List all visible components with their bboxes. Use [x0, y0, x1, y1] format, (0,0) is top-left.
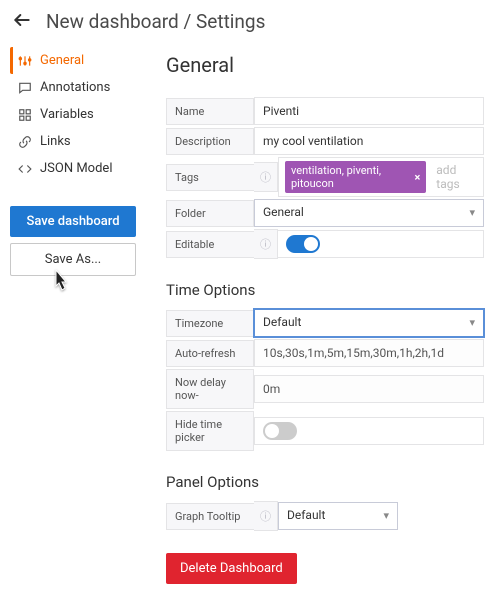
select-graphtooltip[interactable]: Default: [278, 502, 398, 530]
input-description[interactable]: [254, 127, 484, 155]
label-autorefresh: Auto-refresh: [166, 340, 254, 367]
input-autorefresh[interactable]: [254, 339, 484, 367]
nav-variables[interactable]: Variables: [10, 101, 136, 128]
toggle-hidetimepicker[interactable]: [263, 422, 297, 440]
tags-placeholder: add tags: [436, 163, 477, 191]
code-icon: [18, 162, 32, 176]
breadcrumb: New dashboard / Settings: [46, 10, 265, 33]
label-hidetimepicker: Hide time picker: [166, 411, 254, 451]
cursor-pointer-icon: [48, 268, 72, 300]
section-general-title: General: [166, 53, 484, 77]
label-editable: Editable: [166, 231, 254, 258]
delete-dashboard-button[interactable]: Delete Dashboard: [166, 553, 297, 584]
nav-annotations[interactable]: Annotations: [10, 74, 136, 101]
tag-chip[interactable]: ventilation, piventi, pitoucon ×: [285, 161, 426, 193]
save-dashboard-button[interactable]: Save dashboard: [10, 206, 136, 237]
comment-icon: [18, 81, 32, 95]
back-icon[interactable]: [12, 10, 32, 33]
select-folder[interactable]: General: [254, 199, 484, 227]
label-nowdelay: Now delay now-: [166, 369, 254, 409]
save-as-button[interactable]: Save As...: [10, 243, 136, 276]
info-icon[interactable]: ⓘ: [254, 162, 278, 192]
info-icon[interactable]: ⓘ: [254, 229, 278, 259]
main-panel: General Name Description Tags ⓘ ventilat…: [142, 47, 500, 600]
label-name: Name: [166, 98, 254, 125]
nav-general[interactable]: General: [10, 47, 136, 74]
input-name[interactable]: [254, 97, 484, 125]
link-icon: [18, 135, 32, 149]
nav-label: JSON Model: [40, 161, 112, 176]
label-folder: Folder: [166, 200, 254, 227]
tag-remove-icon[interactable]: ×: [414, 171, 420, 184]
label-description: Description: [166, 128, 254, 155]
input-nowdelay[interactable]: [254, 375, 484, 403]
label-timezone: Timezone: [166, 310, 254, 337]
grid-icon: [18, 108, 32, 122]
section-time-title: Time Options: [166, 281, 484, 299]
select-timezone[interactable]: Default: [254, 309, 484, 337]
label-tags: Tags: [166, 164, 254, 191]
sliders-icon: [18, 54, 32, 68]
nav-label: General: [40, 53, 84, 68]
nav-label: Variables: [40, 107, 94, 122]
nav-label: Annotations: [40, 80, 110, 95]
sidebar: General Annotations Variables Links: [0, 47, 142, 600]
label-graphtooltip: Graph Tooltip: [166, 503, 254, 530]
info-icon[interactable]: ⓘ: [254, 501, 278, 531]
nav-label: Links: [40, 134, 71, 149]
toggle-editable[interactable]: [286, 235, 320, 253]
nav-json[interactable]: JSON Model: [10, 155, 136, 182]
tags-input[interactable]: ventilation, piventi, pitoucon × add tag…: [278, 157, 484, 197]
nav-links[interactable]: Links: [10, 128, 136, 155]
tag-text: ventilation, piventi, pitoucon: [291, 164, 408, 190]
section-panel-title: Panel Options: [166, 473, 484, 491]
